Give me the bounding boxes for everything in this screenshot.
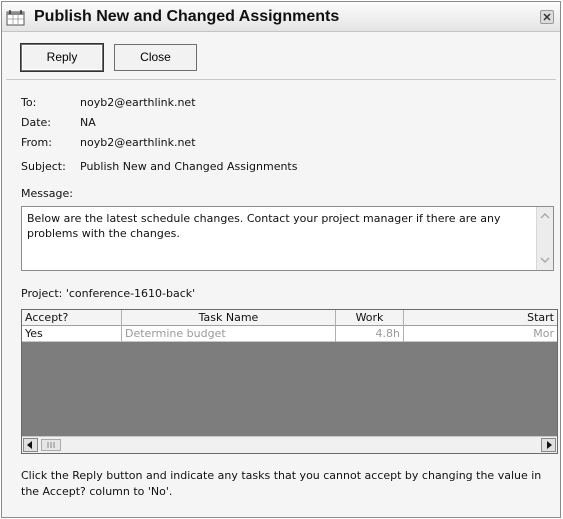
message-label: Message: xyxy=(21,187,73,200)
column-header-accept[interactable]: Accept? xyxy=(22,310,122,326)
scroll-down-arrow-icon[interactable] xyxy=(540,254,550,267)
instructions-text: Click the Reply button and indicate any … xyxy=(21,469,542,498)
column-header-start[interactable]: Start xyxy=(404,310,557,326)
cell-task-name: Determine budget xyxy=(122,326,336,342)
title-bar: Publish New and Changed Assignments xyxy=(2,2,560,32)
scroll-up-arrow-icon[interactable] xyxy=(540,210,550,223)
reply-button[interactable]: Reply xyxy=(21,44,103,71)
toolbar-divider xyxy=(6,79,556,80)
close-button[interactable]: Close xyxy=(114,44,197,71)
column-header-task-name[interactable]: Task Name xyxy=(122,310,336,326)
message-text: Below are the latest schedule changes. C… xyxy=(27,212,501,240)
to-label: To: xyxy=(21,96,37,109)
date-label: Date: xyxy=(21,116,51,129)
from-label: From: xyxy=(21,136,52,149)
subject-value: Publish New and Changed Assignments xyxy=(80,160,298,173)
project-label: Project: 'conference-1610-back' xyxy=(21,287,196,300)
cell-start: Mor xyxy=(533,327,554,340)
from-value: noyb2@earthlink.net xyxy=(80,136,196,149)
to-value: noyb2@earthlink.net xyxy=(80,96,196,109)
message-box[interactable]: Below are the latest schedule changes. C… xyxy=(21,206,554,271)
subject-label: Subject: xyxy=(21,160,66,173)
cell-work: 4.8h xyxy=(336,326,404,342)
cell-accept[interactable]: Yes xyxy=(22,326,122,342)
scroll-left-arrow-icon[interactable] xyxy=(23,438,38,452)
message-scrollbar[interactable] xyxy=(536,207,553,270)
date-value: NA xyxy=(80,116,96,129)
calendar-icon xyxy=(6,10,26,26)
column-header-work[interactable]: Work xyxy=(336,310,404,326)
scrollbar-thumb[interactable] xyxy=(41,439,61,451)
scroll-right-arrow-icon[interactable] xyxy=(541,438,556,452)
table-row[interactable]: Yes Determine budget 4.8h Mor xyxy=(22,326,557,342)
assignments-grid[interactable]: Accept? Task Name Work Start Yes Determi… xyxy=(21,309,558,454)
grid-horizontal-scrollbar[interactable] xyxy=(22,436,557,453)
window-title: Publish New and Changed Assignments xyxy=(34,8,340,25)
dialog-window: Publish New and Changed Assignments Repl… xyxy=(1,1,561,518)
close-icon[interactable] xyxy=(540,10,554,24)
grid-header: Accept? Task Name Work Start xyxy=(22,310,557,326)
